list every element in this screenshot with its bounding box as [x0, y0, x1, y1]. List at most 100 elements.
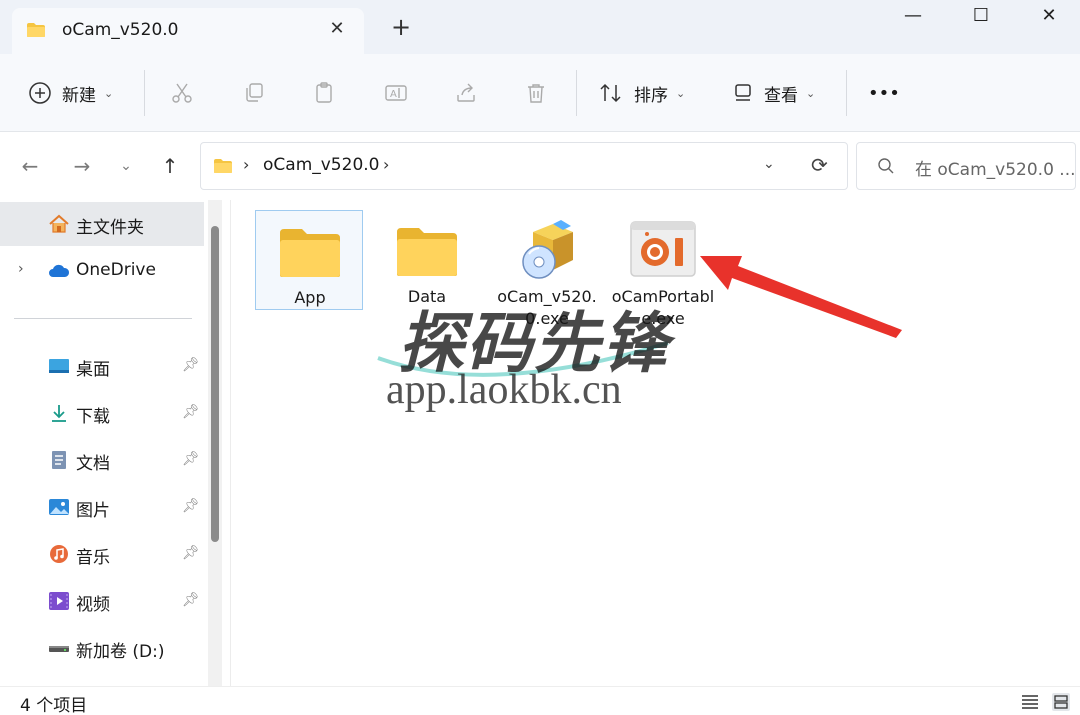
search-box[interactable]: 在 oCam_v520.0 ...	[856, 142, 1076, 190]
copy-icon	[246, 83, 263, 102]
pin-icon[interactable]: 📌︎	[182, 592, 200, 608]
sort-label: 排序	[634, 85, 668, 106]
sidebar-item-drive-d[interactable]: 新加卷 (D:)	[0, 626, 204, 670]
view-icon	[735, 84, 751, 101]
plus-circle-icon	[29, 82, 51, 104]
rename-icon: A	[385, 85, 407, 101]
rename-button[interactable]: A	[384, 76, 408, 110]
sidebar-item-label: 下载	[76, 407, 110, 427]
forward-arrow-icon[interactable]: →	[70, 154, 94, 178]
sidebar-item-label: 主文件夹	[76, 218, 144, 238]
chevron-down-icon: ⌄	[806, 86, 816, 100]
breadcrumb-current[interactable]: oCam_v520.0	[263, 155, 379, 175]
file-name: Data	[407, 287, 447, 306]
sidebar-item-label: 新加卷 (D:)	[76, 642, 165, 662]
tiles-view-icon[interactable]	[1050, 691, 1072, 713]
cloud-icon	[49, 264, 70, 277]
toolbar-divider	[576, 70, 577, 116]
minimize-button[interactable]: —	[878, 0, 948, 34]
sidebar-item-label: 文档	[76, 454, 110, 474]
breadcrumb-chevron-icon[interactable]: ›	[383, 155, 389, 174]
cut-button[interactable]	[170, 76, 194, 110]
delete-button[interactable]	[524, 76, 548, 110]
up-arrow-icon[interactable]: ↑	[158, 154, 182, 178]
new-tab-button[interactable]: +	[388, 14, 414, 40]
command-bar: 新建 ⌄ A 排序 ⌄ 查看 ⌄ •••	[0, 54, 1080, 132]
file-list: App Data oCam_v520.0.exe oCamPortable.ex…	[231, 200, 1080, 686]
ocam-icon	[630, 221, 696, 277]
new-button[interactable]: 新建 ⌄	[28, 76, 113, 110]
refresh-icon[interactable]: ⟳	[811, 153, 828, 177]
folder-icon	[27, 23, 45, 37]
search-placeholder: 在 oCam_v520.0 ...	[915, 160, 1076, 180]
address-dropdown-icon[interactable]: ⌄	[763, 156, 775, 172]
recent-chevron-icon[interactable]: ⌄	[114, 154, 138, 178]
item-count: 4 个项目	[20, 696, 88, 715]
sidebar-item-music[interactable]: 音乐 📌︎	[0, 532, 204, 576]
folder-icon	[397, 228, 457, 276]
home-icon	[49, 214, 69, 233]
sidebar-item-documents[interactable]: 文档 📌︎	[0, 438, 204, 482]
pin-icon[interactable]: 📌︎	[182, 545, 200, 561]
sidebar-item-label: 图片	[76, 501, 110, 521]
svg-text:A: A	[390, 89, 397, 100]
chevron-right-icon[interactable]: ›	[18, 261, 24, 277]
view-label: 查看	[764, 85, 798, 106]
trash-icon	[528, 84, 544, 103]
sidebar-item-desktop[interactable]: 桌面 📌︎	[0, 344, 204, 388]
tab-ocam[interactable]: oCam_v520.0 ✕	[12, 8, 364, 54]
file-item-installer[interactable]: oCam_v520.0.exe	[493, 210, 601, 328]
chevron-down-icon: ⌄	[676, 86, 686, 100]
view-button[interactable]: 查看 ⌄	[732, 76, 815, 110]
sidebar-item-downloads[interactable]: 下载 📌︎	[0, 391, 204, 435]
folder-icon	[280, 229, 340, 277]
tab-title: oCam_v520.0	[62, 20, 179, 40]
back-arrow-icon[interactable]: ←	[18, 154, 42, 178]
document-icon	[52, 451, 66, 469]
pin-icon[interactable]: 📌︎	[182, 357, 200, 373]
pin-icon[interactable]: 📌︎	[182, 498, 200, 514]
installer-icon	[522, 220, 573, 279]
pin-icon[interactable]: 📌︎	[182, 451, 200, 467]
address-bar[interactable]: › oCam_v520.0 › ⌄ ⟳	[200, 142, 848, 190]
status-bar: 4 个项目	[0, 686, 1080, 715]
file-item-data[interactable]: Data	[373, 210, 481, 310]
title-bar: oCam_v520.0 ✕ + — ☐ ✕	[0, 0, 1080, 54]
sidebar-item-onedrive[interactable]: › OneDrive	[0, 249, 204, 293]
drive-icon	[49, 646, 69, 652]
copy-button[interactable]	[242, 76, 266, 110]
file-item-app[interactable]: App	[255, 210, 363, 310]
toolbar-divider	[144, 70, 145, 116]
share-button[interactable]	[454, 76, 478, 110]
sidebar-item-home[interactable]: 主文件夹	[0, 202, 204, 246]
breadcrumb-chevron-icon[interactable]: ›	[243, 155, 249, 174]
toolbar-divider	[846, 70, 847, 116]
sidebar-item-pictures[interactable]: 图片 📌︎	[0, 485, 204, 529]
share-icon	[457, 83, 475, 102]
paste-button[interactable]	[312, 76, 336, 110]
sidebar-divider	[14, 318, 192, 319]
maximize-button[interactable]: ☐	[946, 0, 1016, 34]
red-arrow-annotation	[700, 256, 902, 338]
chevron-down-icon: ⌄	[104, 86, 114, 100]
close-tab-icon[interactable]: ✕	[324, 16, 350, 42]
sidebar-item-label: 视频	[76, 595, 110, 615]
sort-icon	[600, 83, 621, 103]
details-view-icon[interactable]	[1020, 693, 1040, 711]
desktop-icon	[49, 359, 69, 373]
navigation-pane: 主文件夹 › OneDrive 桌面 📌︎ 下载 📌︎ 文档 📌︎ 图片 📌︎ …	[0, 200, 230, 686]
close-window-button[interactable]: ✕	[1014, 0, 1080, 34]
sort-button[interactable]: 排序 ⌄	[598, 76, 685, 110]
video-icon	[49, 592, 69, 610]
sidebar-item-label: 音乐	[76, 548, 110, 568]
navigation-bar: ← → ⌄ ↑ › oCam_v520.0 › ⌄ ⟳ 在 oCam_v520.…	[0, 132, 1080, 200]
search-icon	[878, 158, 894, 174]
more-icon: •••	[868, 82, 900, 104]
download-icon	[52, 405, 66, 422]
pin-icon[interactable]: 📌︎	[182, 404, 200, 420]
sidebar-item-videos[interactable]: 视频 📌︎	[0, 579, 204, 623]
sidebar-scrollbar-thumb[interactable]	[211, 226, 219, 542]
pictures-icon	[49, 499, 69, 515]
more-options-button[interactable]: •••	[868, 76, 900, 110]
music-icon	[50, 545, 68, 563]
